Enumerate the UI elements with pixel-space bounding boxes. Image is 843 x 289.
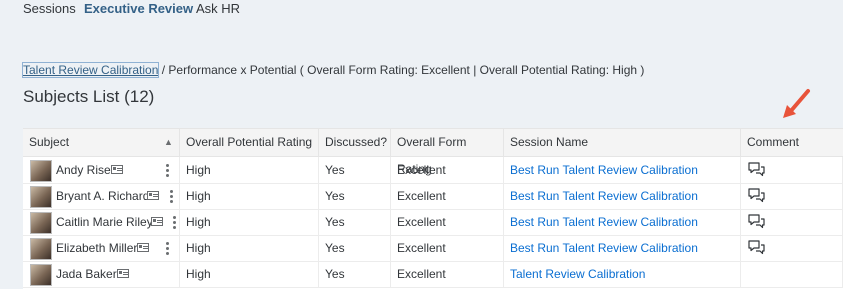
discussed-value: Yes (319, 235, 391, 261)
comment-icon[interactable] (748, 162, 765, 177)
subject-name[interactable]: Elizabeth Miller (56, 235, 137, 261)
column-header-discussed[interactable]: Discussed? (319, 129, 391, 156)
column-header-potential[interactable]: Overall Potential Rating (180, 129, 319, 156)
table-row[interactable]: Andy Rise High Yes Excellent Best Run Ta… (23, 157, 843, 184)
discussed-value: Yes (319, 209, 391, 235)
column-header-comment[interactable]: Comment (741, 129, 843, 156)
top-navigation: Sessions Executive Review Ask HR (0, 0, 843, 22)
subject-name[interactable]: Bryant A. Richard (56, 183, 149, 209)
tab-executive-review[interactable]: Executive Review (84, 1, 193, 16)
discussed-value: Yes (319, 261, 391, 287)
tab-sessions[interactable]: Sessions (23, 1, 76, 16)
comment-icon[interactable] (748, 214, 765, 229)
form-rating: Excellent (391, 157, 504, 183)
profile-card-icon[interactable] (147, 191, 159, 200)
breadcrumb-current: / Performance x Potential ( Overall Form… (158, 63, 645, 77)
comment-cell (741, 209, 843, 235)
column-header-form-rating[interactable]: Overall Form Rating (391, 129, 504, 176)
more-options-icon[interactable] (166, 242, 169, 255)
breadcrumb: Talent Review Calibration / Performance … (21, 62, 645, 78)
comment-icon[interactable] (748, 188, 765, 203)
more-options-icon[interactable] (166, 164, 169, 177)
comment-cell (741, 261, 843, 287)
profile-card-icon[interactable] (111, 165, 123, 174)
column-header-session-name[interactable]: Session Name (504, 129, 741, 156)
potential-rating: High (180, 235, 319, 261)
potential-rating: High (180, 183, 319, 209)
subject-cell: Jada Baker (23, 261, 180, 287)
table-header: Subject ▲ Overall Potential Rating Discu… (23, 129, 843, 176)
more-options-icon[interactable] (173, 216, 176, 229)
breadcrumb-link-talent-review-calibration[interactable]: Talent Review Calibration (21, 62, 160, 78)
subject-name[interactable]: Andy Rise (56, 157, 111, 183)
profile-card-icon[interactable] (137, 243, 149, 252)
avatar[interactable] (30, 212, 52, 234)
discussed-value: Yes (319, 157, 391, 183)
page-title: Subjects List (12) (23, 87, 155, 106)
comment-cell (741, 157, 843, 183)
table-row[interactable]: Elizabeth Miller High Yes Excellent Best… (23, 235, 843, 262)
comment-cell (741, 235, 843, 261)
sort-ascending-icon[interactable]: ▲ (164, 129, 173, 156)
subject-name[interactable]: Jada Baker (56, 261, 117, 287)
pointer-arrow-icon (783, 89, 810, 118)
session-link[interactable]: Best Run Talent Review Calibration (504, 235, 741, 261)
form-rating: Excellent (391, 261, 504, 287)
comment-icon[interactable] (748, 240, 765, 255)
subject-name[interactable]: Caitlin Marie Riley (56, 209, 153, 235)
avatar[interactable] (30, 186, 52, 208)
column-header-subject[interactable]: Subject ▲ (23, 129, 180, 156)
more-options-icon[interactable] (170, 190, 173, 203)
session-link[interactable]: Best Run Talent Review Calibration (504, 209, 741, 235)
tab-ask-hr[interactable]: Ask HR (196, 1, 240, 16)
comment-cell (741, 183, 843, 209)
session-link[interactable]: Best Run Talent Review Calibration (504, 183, 741, 209)
subject-cell: Caitlin Marie Riley (23, 209, 180, 235)
subject-cell: Elizabeth Miller (23, 235, 180, 261)
form-rating: Excellent (391, 235, 504, 261)
session-link[interactable]: Best Run Talent Review Calibration (504, 157, 741, 183)
subject-cell: Andy Rise (23, 157, 180, 183)
potential-rating: High (180, 261, 319, 287)
discussed-value: Yes (319, 183, 391, 209)
avatar[interactable] (30, 160, 52, 182)
potential-rating: High (180, 209, 319, 235)
profile-card-icon[interactable] (117, 269, 129, 278)
subject-cell: Bryant A. Richard (23, 183, 180, 209)
table-row[interactable]: Caitlin Marie Riley High Yes Excellent B… (23, 209, 843, 236)
subjects-table: Subject ▲ Overall Potential Rating Discu… (23, 128, 843, 289)
session-link[interactable]: Talent Review Calibration (504, 261, 741, 287)
table-row[interactable]: Jada Baker High Yes Excellent Talent Rev… (23, 261, 843, 288)
avatar[interactable] (30, 238, 52, 260)
form-rating: Excellent (391, 209, 504, 235)
form-rating: Excellent (391, 183, 504, 209)
profile-card-icon[interactable] (151, 217, 163, 226)
table-row[interactable]: Bryant A. Richard High Yes Excellent Bes… (23, 183, 843, 210)
potential-rating: High (180, 157, 319, 183)
